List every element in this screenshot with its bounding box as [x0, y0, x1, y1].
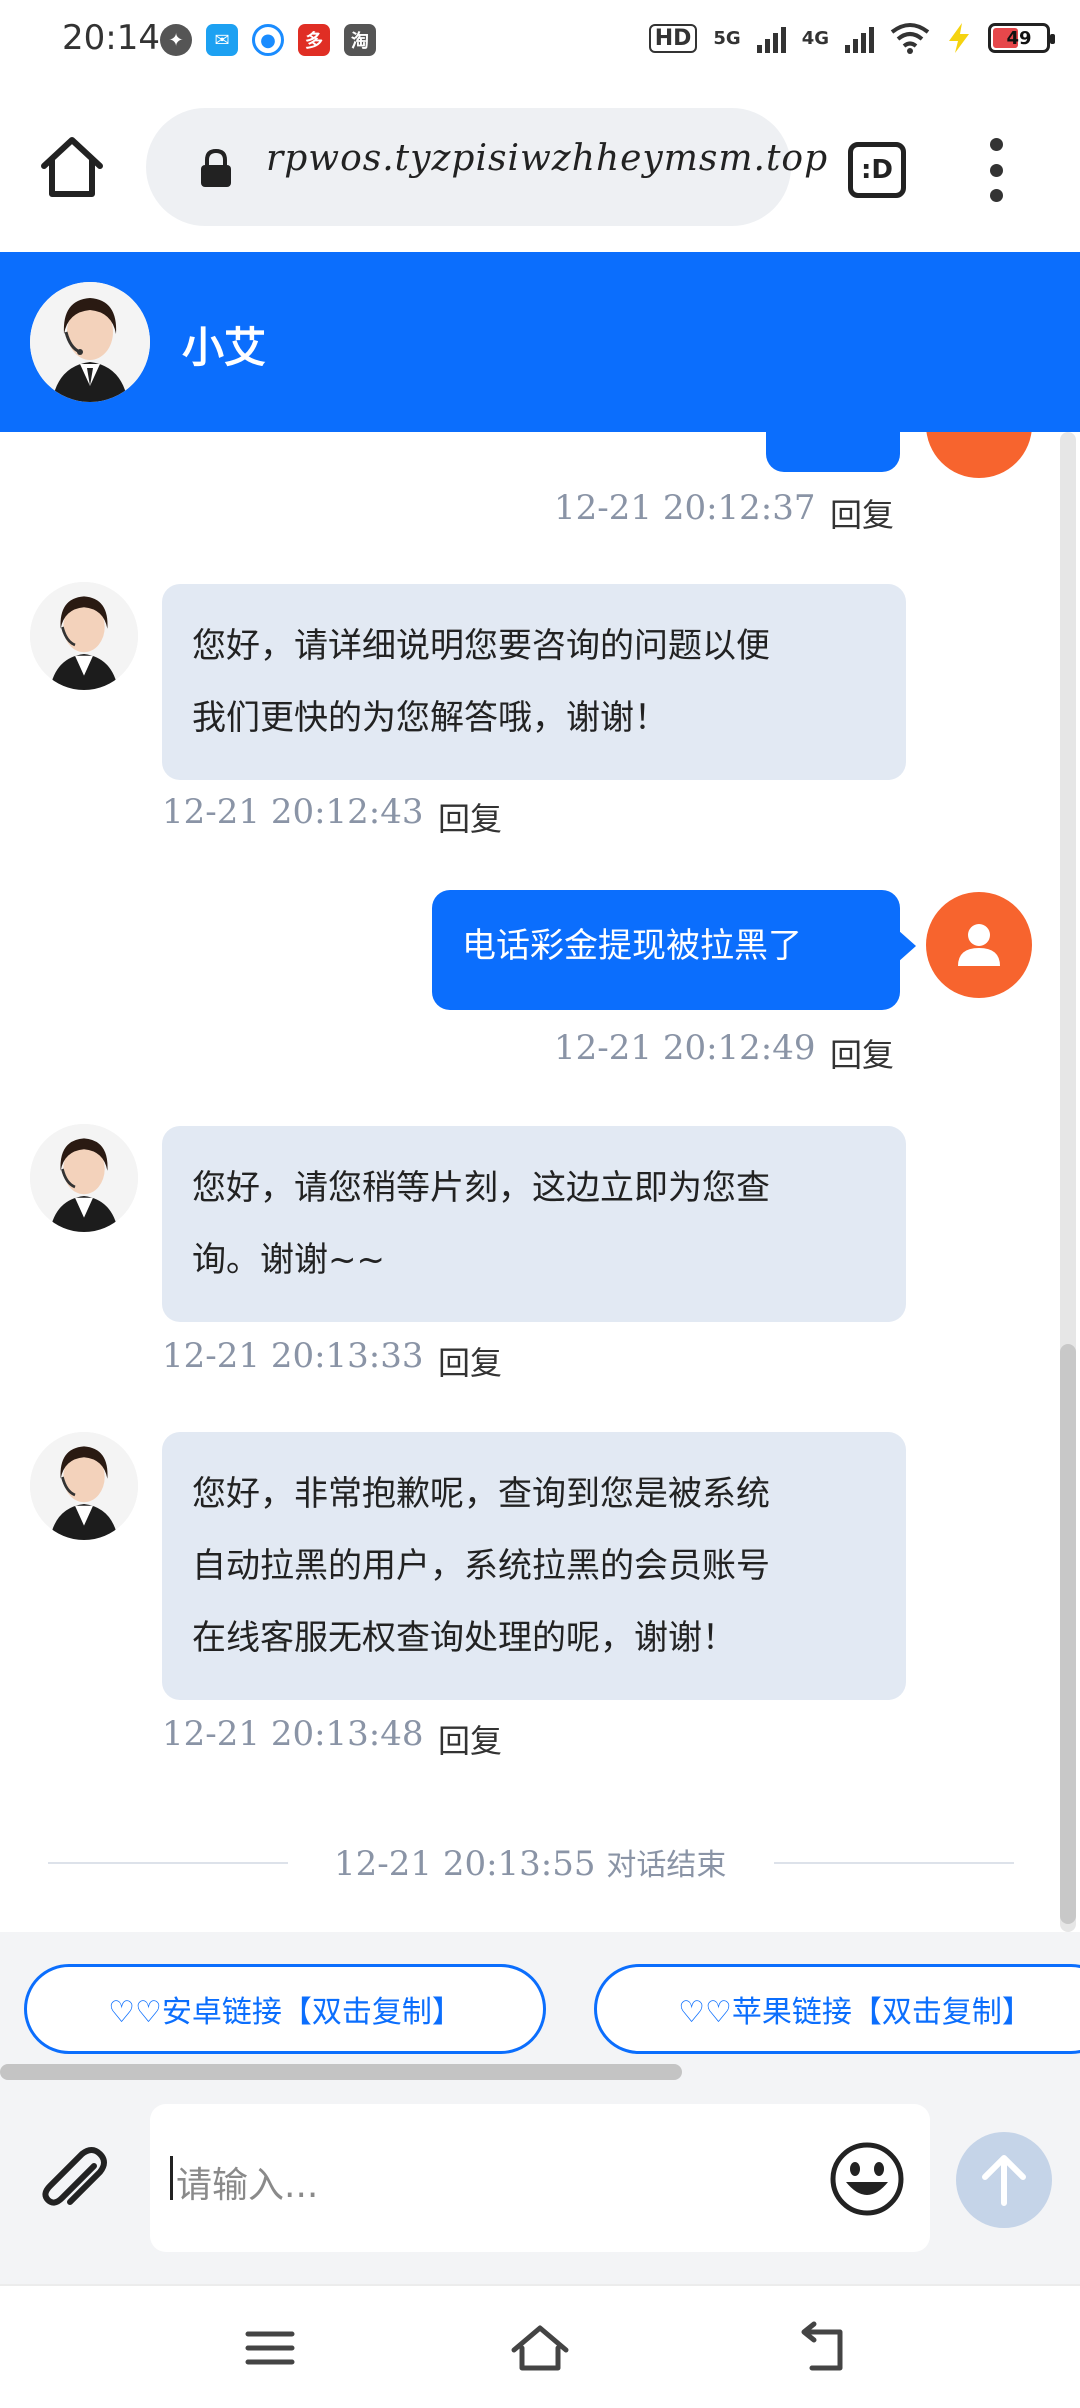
message-line: 您好，请您稍等片刻，这边立即为您查 [192, 1168, 770, 1208]
chat-end-time: 12-21 20:13:55 [334, 1844, 596, 1884]
message-line: 您好，非常抱歉呢，查询到您是被系统 [192, 1474, 770, 1514]
agent-portrait-icon [30, 1124, 138, 1232]
attachment-icon[interactable] [36, 2142, 116, 2222]
previous-user-avatar [926, 432, 1032, 478]
message-timestamp: 12-21 20:13:48 [162, 1714, 424, 1754]
agent-message-avatar [30, 1124, 138, 1232]
divider-left [48, 1862, 288, 1864]
android-link-button[interactable]: ♡♡安卓链接【双击复制】 [24, 1964, 546, 2054]
message-timestamp: 12-21 20:12:49 [554, 1028, 816, 1068]
input-bar: 请输入... [0, 2080, 1080, 2284]
charging-icon [949, 23, 969, 53]
address-bar[interactable]: rpwos.tyzpisiwzhheymsm.top [146, 108, 827, 226]
message-line: 询。谢谢~~ [192, 1240, 385, 1280]
reply-link[interactable]: 回复 [830, 490, 894, 536]
message-timestamp: 12-21 20:13:33 [162, 1336, 424, 1376]
quick-links-bar: ♡♡安卓链接【双击复制】 ♡♡苹果链接【双击复制】 [0, 1932, 1080, 2080]
chat-end-notice: 12-21 20:13:55 对话结束 [334, 1840, 726, 1884]
input-placeholder: 请输入... [176, 2165, 319, 2206]
agent-portrait-icon [30, 1432, 138, 1540]
status-right: HD 5G 4G 49 [648, 22, 1055, 54]
back-icon[interactable] [790, 2318, 854, 2378]
browser-toolbar: rpwos.tyzpisiwzhheymsm.top :D [0, 90, 1080, 252]
emoji-icon[interactable] [828, 2140, 906, 2218]
text-caret [170, 2156, 173, 2200]
battery-icon: 49 [988, 23, 1055, 53]
home-icon[interactable] [508, 2318, 572, 2378]
user-avatar [926, 892, 1032, 998]
send-button[interactable] [956, 2132, 1052, 2228]
previous-user-bubble [766, 432, 900, 472]
network-4g-label: 4G [801, 27, 829, 49]
status-bar: 20:14 ✦ ✉ ● 多 淘 HD 5G 4G 49 [0, 0, 1080, 90]
qq-icon: ● [252, 24, 284, 56]
reply-link[interactable]: 回复 [438, 794, 502, 840]
user-message-bubble: 电话彩金提现被拉黑了 [432, 890, 916, 1010]
chat-messages[interactable]: 12-21 20:12:37 回复 您好，请详细说明您要咨询的问题以便 我们更快… [0, 432, 1080, 1932]
agent-message-bubble: 您好，请详细说明您要咨询的问题以便 我们更快的为您解答哦，谢谢！ [162, 584, 906, 780]
arrow-up-icon [982, 2155, 1026, 2206]
message-app-icon: ✉ [206, 24, 238, 56]
hd-indicator: HD [648, 23, 698, 53]
weibo-icon: ✦ [160, 24, 192, 56]
message-timestamp: 12-21 20:12:43 [162, 792, 424, 832]
agent-name: 小艾 [182, 323, 267, 372]
quick-links-scrollbar[interactable] [0, 2064, 682, 2080]
status-time: 20:14 [62, 18, 160, 58]
agent-avatar [30, 282, 150, 402]
wifi-icon [890, 23, 930, 54]
reply-link[interactable]: 回复 [830, 1030, 894, 1076]
message-input[interactable]: 请输入... [150, 2104, 930, 2252]
url-text: rpwos.tyzpisiwzhheymsm.top [266, 138, 829, 179]
agent-message-bubble: 您好，请您稍等片刻，这边立即为您查 询。谢谢~~ [162, 1126, 906, 1322]
lock-icon [201, 148, 231, 187]
message-line: 您好，请详细说明您要咨询的问题以便 [192, 626, 770, 666]
message-line: 自动拉黑的用户，系统拉黑的会员账号 [192, 1546, 770, 1586]
reply-link[interactable]: 回复 [438, 1716, 502, 1762]
agent-message-bubble: 您好，非常抱歉呢，查询到您是被系统 自动拉黑的用户，系统拉黑的会员账号 在线客服… [162, 1432, 906, 1700]
chat-header: 小艾 [0, 252, 1080, 432]
user-icon [958, 924, 1000, 966]
pinduoduo-icon: 多 [298, 24, 330, 56]
reply-link[interactable]: 回复 [438, 1338, 502, 1384]
divider-right [774, 1862, 1014, 1864]
taobao-icon: 淘 [344, 24, 376, 56]
agent-message-avatar [30, 1432, 138, 1540]
message-line: 在线客服无权查询处理的呢，谢谢！ [192, 1618, 736, 1658]
user-message-text: 电话彩金提现被拉黑了 [462, 926, 802, 966]
browser-home-icon[interactable] [38, 132, 106, 200]
message-line: 我们更快的为您解答哦，谢谢！ [192, 698, 668, 738]
agent-portrait-icon [30, 282, 150, 402]
tab-switcher-button[interactable]: :D [848, 142, 906, 198]
agent-message-avatar [30, 582, 138, 690]
ios-link-button[interactable]: ♡♡苹果链接【双击复制】 [594, 1964, 1080, 2054]
signal-4g-icon [845, 23, 874, 53]
chat-end-label: 对话结束 [606, 1848, 727, 1883]
chat-scrollbar-thumb[interactable] [1060, 1344, 1076, 1924]
message-timestamp: 12-21 20:12:37 [554, 488, 816, 528]
browser-menu-icon[interactable] [978, 138, 1014, 202]
signal-5g-icon [756, 23, 786, 53]
status-app-icons: ✦ ✉ ● 多 淘 [160, 24, 376, 56]
network-5g-label: 5G [713, 27, 741, 49]
battery-level: 49 [1006, 27, 1032, 49]
menu-icon[interactable] [238, 2318, 302, 2378]
system-nav-bar [0, 2284, 1080, 2408]
agent-portrait-icon [30, 582, 138, 690]
chat-page: 20:14 ✦ ✉ ● 多 淘 HD 5G 4G 49 rpwos.tyzpis… [0, 0, 1080, 2408]
